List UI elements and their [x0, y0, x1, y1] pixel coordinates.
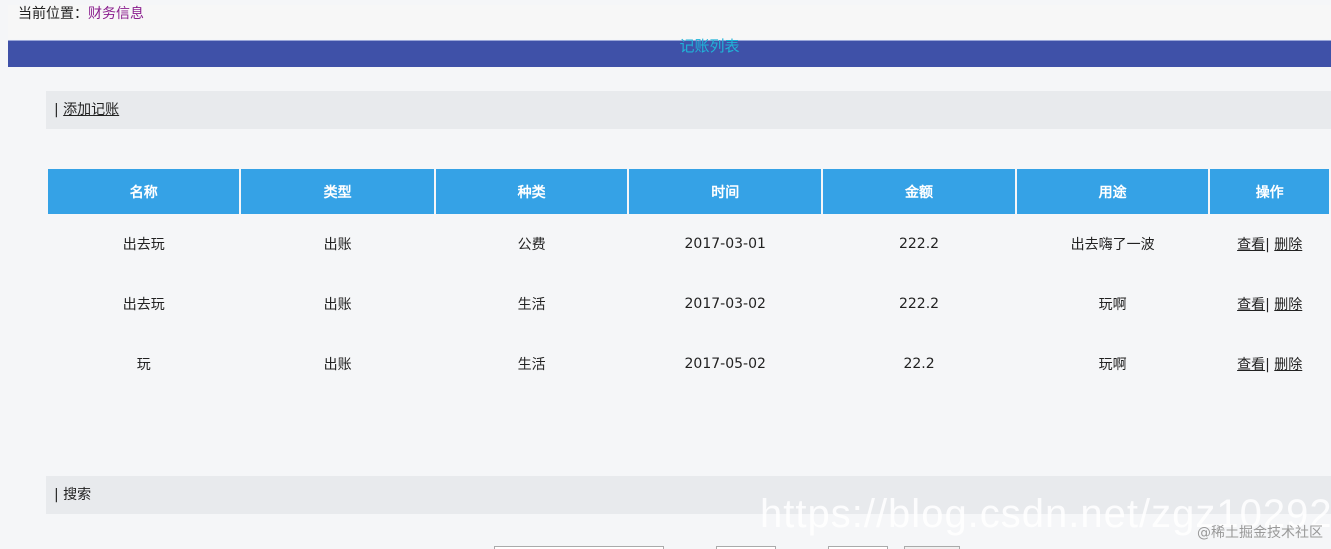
cell-type: 出账 — [323, 297, 352, 313]
view-link[interactable]: 查看 — [1237, 237, 1265, 253]
column-header-amount: 金额 — [823, 169, 1015, 214]
separator: | — [54, 102, 64, 118]
search-label: 搜索 — [63, 487, 92, 503]
op-separator: | — [1265, 237, 1275, 253]
cell-name: 玩 — [136, 357, 151, 373]
column-header-kind: 种类 — [435, 169, 628, 214]
cell-kind: 生活 — [517, 297, 546, 313]
cell-time: 2017-05-02 — [684, 356, 766, 372]
op-separator: | — [1265, 357, 1275, 373]
cell-actions: 查看| 删除 — [1210, 274, 1329, 334]
add-record-link[interactable]: 添加记账 — [63, 102, 119, 118]
add-section-bar: | 添加记账 — [46, 91, 1331, 129]
cell-actions: 查看| 删除 — [1210, 214, 1329, 274]
cell-purpose: 玩啊 — [1098, 357, 1127, 373]
cell-purpose: 玩啊 — [1098, 297, 1127, 313]
column-header-purpose: 用途 — [1016, 169, 1209, 214]
cell-amount: 22.2 — [903, 356, 935, 372]
op-separator: | — [1265, 297, 1275, 313]
view-link[interactable]: 查看 — [1237, 297, 1265, 313]
records-table: 名称 类型 种类 时间 金额 用途 操作 出去玩 出账 公费 2017-03-0… — [46, 169, 1331, 394]
cell-type: 出账 — [323, 237, 352, 253]
delete-link[interactable]: 删除 — [1274, 357, 1302, 373]
cell-kind: 生活 — [517, 357, 546, 373]
add-section-label: | 添加记账 — [54, 101, 119, 119]
juejin-brand: @稀土掘金技术社区 — [1197, 525, 1323, 541]
cell-name: 出去玩 — [122, 237, 165, 253]
table-row: 出去玩 出账 生活 2017-03-02 222.2 玩啊 查看| 删除 — [48, 274, 1329, 334]
cell-amount: 222.2 — [898, 236, 940, 252]
breadcrumb-prefix: 当前位置： — [18, 6, 88, 22]
view-link[interactable]: 查看 — [1237, 357, 1265, 373]
separator: | — [54, 487, 64, 503]
delete-link[interactable]: 删除 — [1274, 297, 1302, 313]
cell-name: 出去玩 — [122, 297, 165, 313]
page-title: 记账列表 — [679, 37, 740, 55]
search-section-label: | 搜索 — [54, 486, 91, 504]
column-header-actions: 操作 — [1210, 169, 1329, 214]
cell-time: 2017-03-02 — [684, 296, 766, 312]
top-bar: 当前位置：财务信息 — [8, 5, 1331, 39]
table-row: 出去玩 出账 公费 2017-03-01 222.2 出去嗨了一波 查看| 删除 — [48, 214, 1329, 274]
cell-time: 2017-03-01 — [684, 236, 766, 252]
table-header-row: 名称 类型 种类 时间 金额 用途 操作 — [48, 169, 1329, 214]
cell-actions: 查看| 删除 — [1210, 334, 1329, 394]
cell-type: 出账 — [323, 357, 352, 373]
cell-purpose: 出去嗨了一波 — [1070, 237, 1155, 253]
list-header-bar: 记账列表 — [8, 37, 1331, 67]
cell-amount: 222.2 — [898, 296, 940, 312]
column-header-type: 类型 — [241, 169, 434, 214]
delete-link[interactable]: 删除 — [1274, 237, 1302, 253]
column-header-time: 时间 — [629, 169, 822, 214]
breadcrumb: 当前位置：财务信息 — [18, 5, 144, 23]
breadcrumb-current[interactable]: 财务信息 — [88, 6, 144, 22]
table-row: 玩 出账 生活 2017-05-02 22.2 玩啊 查看| 删除 — [48, 334, 1329, 394]
cell-kind: 公费 — [517, 237, 546, 253]
column-header-name: 名称 — [48, 169, 240, 214]
